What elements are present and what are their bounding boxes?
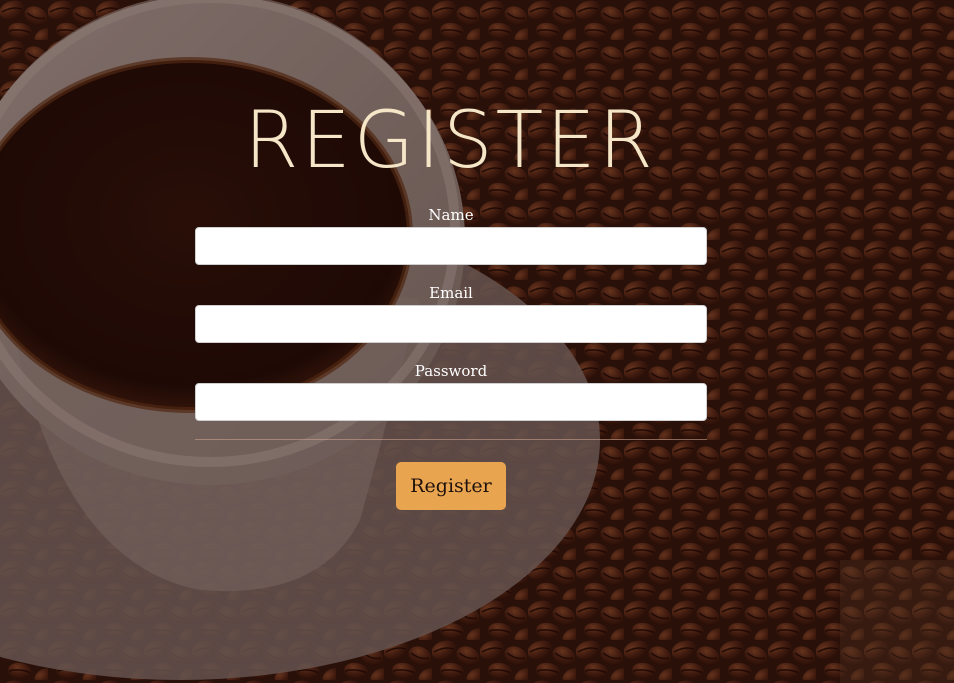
- form-divider: [195, 439, 707, 440]
- name-label: Name: [428, 206, 474, 224]
- page-title: REGISTER: [244, 96, 656, 187]
- email-label: Email: [429, 284, 473, 302]
- register-page: REGISTER Name Email Password Register: [0, 0, 954, 683]
- password-field-group: Password: [195, 361, 707, 421]
- register-form: Name Email Password: [195, 205, 707, 440]
- name-input[interactable]: [195, 227, 707, 265]
- register-button[interactable]: Register: [396, 462, 506, 510]
- password-input[interactable]: [195, 383, 707, 421]
- name-field-group: Name: [195, 205, 707, 265]
- password-label: Password: [414, 362, 488, 380]
- email-field-group: Email: [195, 283, 707, 343]
- email-input[interactable]: [195, 305, 707, 343]
